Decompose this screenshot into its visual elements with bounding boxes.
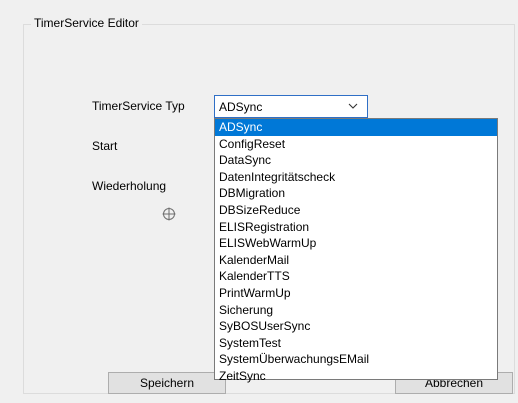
dropdown-option[interactable]: ZeitSync	[215, 368, 497, 385]
dropdown-option[interactable]: KalenderMail	[215, 252, 497, 269]
start-label: Start	[92, 139, 118, 153]
timerservice-type-label: TimerService Typ	[92, 99, 185, 113]
save-button[interactable]: Speichern	[108, 372, 226, 394]
dropdown-option[interactable]: SyBOSUserSync	[215, 318, 497, 335]
timerservice-type-dropdown-list[interactable]: ADSync ConfigReset DataSync DatenIntegrität…	[214, 118, 498, 383]
dropdown-option[interactable]: ConfigReset	[215, 136, 497, 153]
dropdown-option[interactable]: ELISRegistration	[215, 219, 497, 236]
dropdown-option[interactable]: ELISWebWarmUp	[215, 235, 497, 252]
dropdown-option[interactable]: SystemÜberwachungsEMail	[215, 351, 497, 368]
dropdown-option[interactable]: Sicherung	[215, 302, 497, 319]
dropdown-option[interactable]: PrintWarmUp	[215, 285, 497, 302]
repeat-label: Wiederholung	[92, 179, 167, 193]
dropdown-option[interactable]: DatenIntegritätscheck	[215, 169, 497, 186]
dropdown-option[interactable]: ADSync	[215, 119, 497, 136]
timerservice-editor-window: TimerService Editor TimerService Typ Sta…	[0, 0, 518, 403]
dropdown-option[interactable]: SystemTest	[215, 335, 497, 352]
dropdown-option[interactable]: DBSizeReduce	[215, 202, 497, 219]
dropdown-option[interactable]: DBMigration	[215, 185, 497, 202]
add-crosshair-icon[interactable]	[162, 207, 176, 221]
timerservice-type-combobox[interactable]: ADSync	[214, 95, 368, 118]
combobox-selected-value: ADSync	[219, 100, 263, 114]
editor-group-title: TimerService Editor	[31, 15, 142, 31]
chevron-down-icon[interactable]	[348, 102, 358, 110]
dropdown-option[interactable]: KalenderTTS	[215, 268, 497, 285]
dropdown-option[interactable]: DataSync	[215, 152, 497, 169]
